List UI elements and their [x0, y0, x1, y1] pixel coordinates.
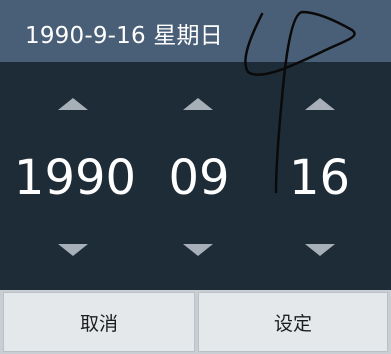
year-value[interactable]: 1990	[0, 150, 150, 206]
month-increment-arrow-icon[interactable]	[183, 98, 213, 110]
set-button[interactable]: 设定	[198, 292, 388, 352]
month-decrement-arrow-icon[interactable]	[183, 244, 213, 256]
day-value[interactable]: 16	[248, 150, 391, 206]
month-value[interactable]: 09	[150, 150, 248, 206]
day-column[interactable]: 16	[248, 62, 391, 290]
dialog-header: 1990-9-16 星期日	[0, 0, 391, 62]
button-bar: 取消 设定	[0, 290, 391, 354]
day-increment-arrow-icon[interactable]	[305, 98, 335, 110]
selected-date-title: 1990-9-16 星期日	[25, 23, 223, 49]
month-column[interactable]: 09	[150, 62, 248, 290]
year-decrement-arrow-icon[interactable]	[58, 244, 88, 256]
cancel-button[interactable]: 取消	[3, 292, 195, 352]
year-column[interactable]: 1990	[0, 62, 150, 290]
date-picker-dialog: 1990-9-16 星期日 1990 09 16 取消 设定	[0, 0, 391, 354]
year-increment-arrow-icon[interactable]	[58, 98, 88, 110]
day-decrement-arrow-icon[interactable]	[305, 244, 335, 256]
